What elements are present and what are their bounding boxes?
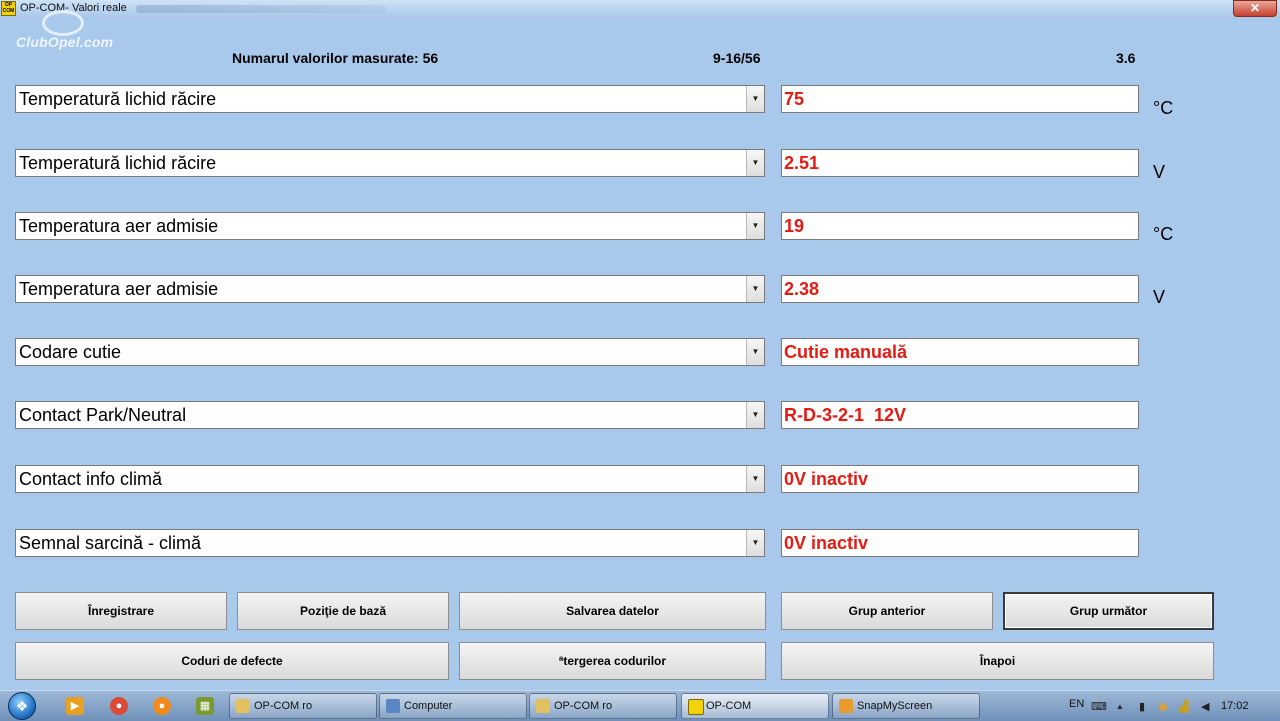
chevron-down-icon[interactable]: ▼ (746, 276, 764, 302)
value-text: 0V inactiv (784, 469, 869, 489)
club-opel-logo-icon (42, 10, 84, 36)
chevron-down-icon[interactable]: ▼ (746, 339, 764, 365)
taskbar-item-label: OP-COM (706, 700, 752, 712)
battery-icon[interactable]: ▮ (1139, 700, 1145, 713)
taskbar-item-snapmyscreen[interactable]: SnapMyScreen (832, 693, 980, 719)
chevron-down-icon[interactable]: ▼ (746, 86, 764, 112)
unit-label-4: V (1153, 287, 1166, 307)
value-text: 0V inactiv (784, 533, 869, 553)
firefox-icon[interactable]: ● (153, 697, 171, 715)
next-group-button[interactable]: Grup următor (1003, 592, 1214, 630)
taskbar-item-op-com[interactable]: OP-COM (681, 693, 829, 719)
op-com-icon (688, 699, 704, 715)
media-player-icon[interactable]: ▶ (66, 697, 84, 715)
parameter-label: Temperatură lichid răcire (19, 89, 217, 109)
fault-codes-button[interactable]: Coduri de defecte (15, 642, 449, 680)
parameter-label: Codare cutie (19, 342, 122, 362)
group-range: 9-16/56 (713, 50, 761, 66)
value-text: 75 (784, 89, 805, 109)
taskbar-item-op-com-ro-2[interactable]: OP-COM ro (529, 693, 677, 719)
value-field-4: 2.38 (781, 275, 1139, 303)
chevron-down-icon[interactable]: ▼ (746, 466, 764, 492)
keyboard-icon[interactable]: ⌨ (1091, 700, 1107, 713)
clock[interactable]: 17:02 (1221, 700, 1249, 712)
clear-codes-button[interactable]: ªtergerea codurilor (459, 642, 766, 680)
snapmyscreen-icon (839, 699, 853, 713)
value-text: Cutie manuală (784, 342, 908, 362)
unit-label-2: V (1153, 162, 1166, 182)
parameter-select-2[interactable]: Temperatură lichid răcire ▼ (15, 149, 765, 177)
chevron-down-icon[interactable]: ▼ (746, 150, 764, 176)
parameter-label: Semnal sarcină - climă (19, 533, 202, 553)
record-button[interactable]: Înregistrare (15, 592, 227, 630)
start-button[interactable]: ❖ (8, 692, 36, 720)
chevron-down-icon[interactable]: ▼ (746, 213, 764, 239)
volume-icon[interactable]: ◀ (1201, 700, 1209, 713)
value-field-6: R-D-3-2-1 12V (781, 401, 1139, 429)
parameter-select-3[interactable]: Temperatura aer admisie ▼ (15, 212, 765, 240)
value-field-7: 0V inactiv (781, 465, 1139, 493)
base-position-button[interactable]: Poziţie de bază (237, 592, 449, 630)
club-opel-logo: ClubOpel.com (16, 34, 114, 50)
value-field-2: 2.51 (781, 149, 1139, 177)
folder-icon (536, 699, 550, 713)
show-hidden-icons-icon[interactable]: ▲ (1116, 702, 1124, 711)
language-indicator[interactable]: EN (1069, 698, 1084, 710)
parameter-label: Contact Park/Neutral (19, 405, 187, 425)
value-field-1: 75 (781, 85, 1139, 113)
tray-app-icon[interactable]: ◉ (1158, 700, 1168, 713)
taskbar-item-label: OP-COM ro (554, 700, 613, 712)
parameter-select-5[interactable]: Codare cutie ▼ (15, 338, 765, 366)
close-button[interactable]: ✕ (1233, 0, 1277, 17)
title-bar: OP COM OP-COM- Valori reale ✕ (0, 0, 1280, 18)
value-field-5: Cutie manuală (781, 338, 1139, 366)
value-text: 19 (784, 216, 805, 236)
value-text: 2.51 (784, 153, 820, 173)
chevron-down-icon[interactable]: ▼ (746, 402, 764, 428)
taskbar: ❖ ▶ ● ● ▦ OP-COM ro Computer OP-COM ro O… (0, 690, 1280, 721)
taskbar-item-computer[interactable]: Computer (379, 693, 527, 719)
chrome-icon[interactable]: ● (110, 697, 128, 715)
parameter-select-1[interactable]: Temperatură lichid răcire ▼ (15, 85, 765, 113)
calculator-icon[interactable]: ▦ (196, 697, 214, 715)
folder-icon (236, 699, 250, 713)
taskbar-item-op-com-ro-1[interactable]: OP-COM ro (229, 693, 377, 719)
previous-group-button[interactable]: Grup anterior (781, 592, 993, 630)
title-blurred-text (136, 5, 386, 13)
parameter-label: Contact info climă (19, 469, 163, 489)
taskbar-item-label: Computer (404, 700, 453, 712)
parameter-label: Temperatura aer admisie (19, 216, 219, 236)
value-field-3: 19 (781, 212, 1139, 240)
measured-values-count: Numarul valorilor masurate: 56 (232, 50, 439, 66)
parameter-select-7[interactable]: Contact info climă ▼ (15, 465, 765, 493)
parameter-label: Temperatura aer admisie (19, 279, 219, 299)
op-com-app-icon[interactable]: OP COM (1, 1, 16, 16)
version-label: 3.6 (1116, 50, 1136, 66)
parameter-label: Temperatură lichid răcire (19, 153, 217, 173)
value-field-8: 0V inactiv (781, 529, 1139, 557)
computer-icon (386, 699, 400, 713)
save-data-button[interactable]: Salvarea datelor (459, 592, 766, 630)
parameter-select-4[interactable]: Temperatura aer admisie ▼ (15, 275, 765, 303)
chevron-down-icon[interactable]: ▼ (746, 530, 764, 556)
parameter-select-6[interactable]: Contact Park/Neutral ▼ (15, 401, 765, 429)
taskbar-item-label: OP-COM ro (254, 700, 313, 712)
signal-icon[interactable]: ▟ (1180, 700, 1188, 713)
value-text: 2.38 (784, 279, 820, 299)
unit-label-3: °C (1153, 224, 1174, 244)
taskbar-item-label: SnapMyScreen (857, 700, 933, 712)
unit-label-1: °C (1153, 98, 1174, 118)
value-text: R-D-3-2-1 12V (784, 405, 907, 425)
parameter-select-8[interactable]: Semnal sarcină - climă ▼ (15, 529, 765, 557)
back-button[interactable]: Înapoi (781, 642, 1214, 680)
